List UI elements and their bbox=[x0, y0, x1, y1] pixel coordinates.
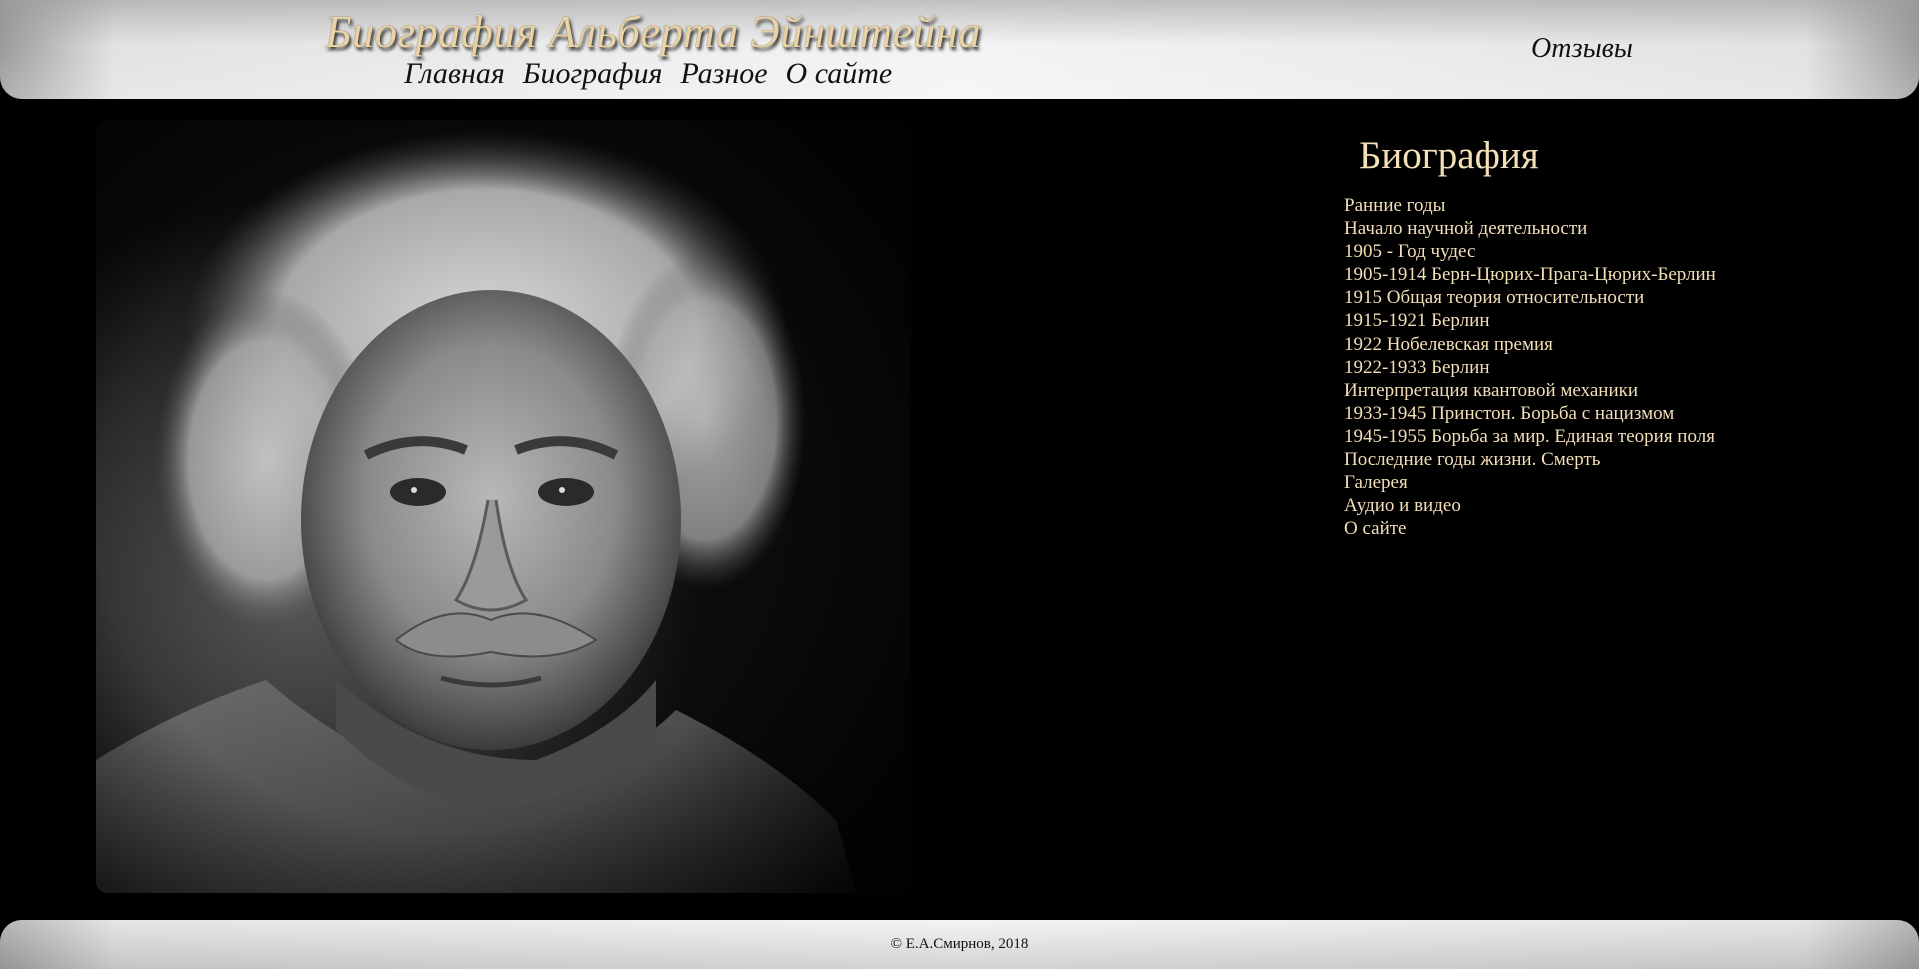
menu-item-1945-1955[interactable]: 1945-1955 Борьба за мир. Единая теория п… bbox=[1344, 425, 1716, 448]
menu-item-early-years[interactable]: Ранние годы bbox=[1344, 194, 1716, 217]
copyright-text: © Е.А.Смирнов, 2018 bbox=[890, 936, 1029, 952]
site-header: Биография Альберта Эйнштейна Главная Биог… bbox=[0, 0, 1919, 99]
menu-item-about[interactable]: О сайте bbox=[1344, 517, 1716, 540]
biography-menu: Ранние годы Начало научной деятельности … bbox=[1344, 194, 1716, 540]
menu-item-1922-1933[interactable]: 1922-1933 Берлин bbox=[1344, 356, 1716, 379]
menu-item-general-relativity[interactable]: 1915 Общая теория относительности bbox=[1344, 286, 1716, 309]
nav-link-reviews[interactable]: Отзывы bbox=[1531, 33, 1633, 65]
menu-item-audio-video[interactable]: Аудио и видео bbox=[1344, 494, 1716, 517]
page: Биография Альберта Эйнштейна Главная Биог… bbox=[0, 0, 1919, 969]
menu-item-nobel-prize[interactable]: 1922 Нобелевская премия bbox=[1344, 333, 1716, 356]
sidebar-title: Биография bbox=[1359, 134, 1539, 177]
menu-item-1933-1945[interactable]: 1933-1945 Принстон. Борьба с нацизмом bbox=[1344, 402, 1716, 425]
nav-link-misc[interactable]: Разное bbox=[680, 57, 767, 90]
main-nav: Главная Биография Разное О сайте bbox=[404, 57, 910, 91]
menu-item-quantum-interpretation[interactable]: Интерпретация квантовой механики bbox=[1344, 379, 1716, 402]
portrait-photo bbox=[96, 120, 911, 893]
menu-item-1915-1921[interactable]: 1915-1921 Берлин bbox=[1344, 309, 1716, 332]
menu-item-scientific-start[interactable]: Начало научной деятельности bbox=[1344, 217, 1716, 240]
nav-link-about[interactable]: О сайте bbox=[786, 57, 893, 90]
menu-item-miracle-year[interactable]: 1905 - Год чудес bbox=[1344, 240, 1716, 263]
menu-item-last-years[interactable]: Последние годы жизни. Смерть bbox=[1344, 448, 1716, 471]
site-title: Биография Альберта Эйнштейна bbox=[325, 7, 982, 57]
nav-link-biography[interactable]: Биография bbox=[523, 57, 663, 90]
menu-item-1905-1914[interactable]: 1905-1914 Берн-Цюрих-Прага-Цюрих-Берлин bbox=[1344, 263, 1716, 286]
nav-link-home[interactable]: Главная bbox=[404, 57, 505, 90]
site-footer: © Е.А.Смирнов, 2018 bbox=[0, 920, 1919, 969]
menu-item-gallery[interactable]: Галерея bbox=[1344, 471, 1716, 494]
